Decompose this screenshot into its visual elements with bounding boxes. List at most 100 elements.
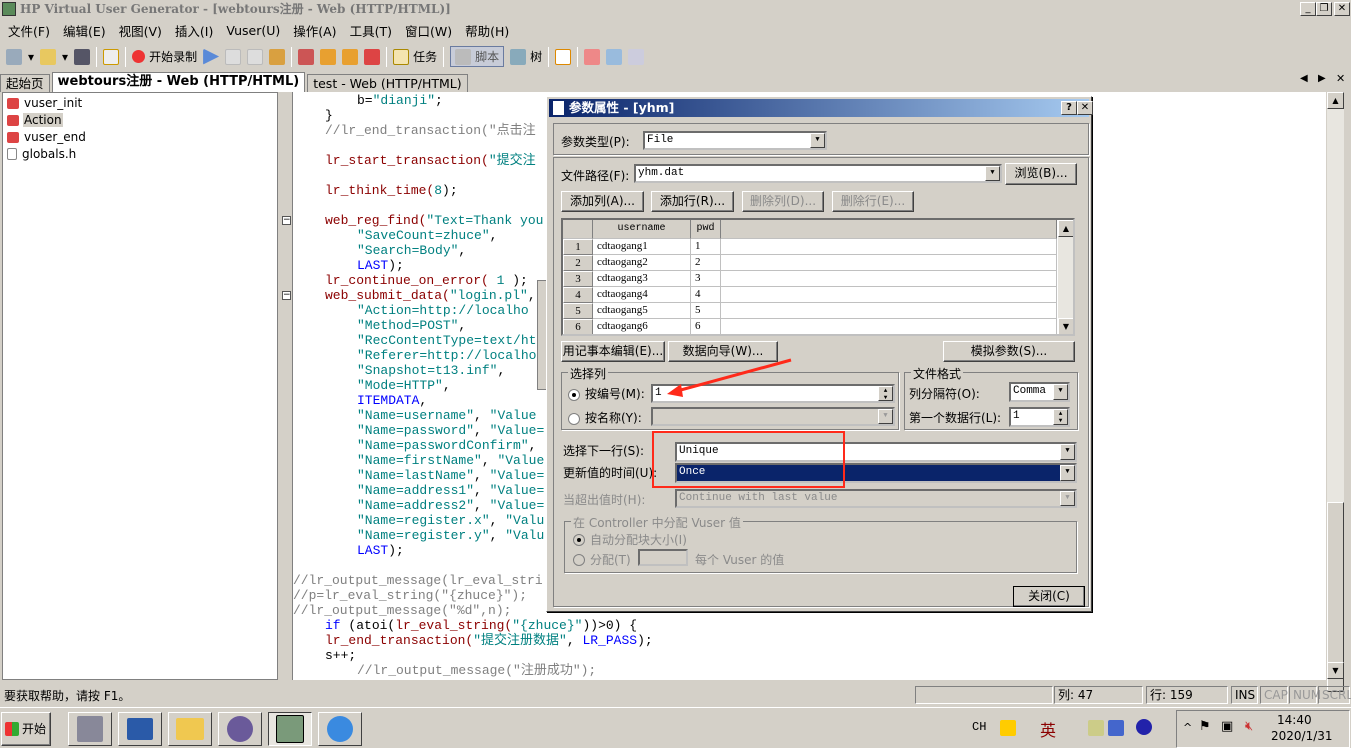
save-icon[interactable] bbox=[74, 48, 91, 65]
simulate-parameter-button[interactable]: 模拟参数(S)... bbox=[943, 341, 1075, 362]
tab-next-icon[interactable]: ▶ bbox=[1318, 73, 1326, 84]
menu-vuser[interactable]: Vuser(U) bbox=[226, 23, 280, 38]
add-row-button[interactable]: 添加行(R)... bbox=[651, 191, 734, 212]
by-number-radio[interactable] bbox=[568, 387, 580, 401]
code-line[interactable]: "Name=address2", "Value= bbox=[357, 498, 544, 513]
allocate-radio[interactable] bbox=[573, 552, 585, 566]
tree-item-action[interactable]: Action bbox=[7, 112, 63, 128]
code-line[interactable]: LAST); bbox=[357, 258, 404, 273]
code-line[interactable]: "Name=password", "Value= bbox=[357, 423, 544, 438]
tab-close-icon[interactable]: ✕ bbox=[1336, 72, 1345, 85]
ime-icon[interactable] bbox=[1000, 720, 1016, 736]
add-column-button[interactable]: 添加列(A)... bbox=[561, 191, 644, 212]
grid-cell-pwd[interactable]: 1 bbox=[691, 239, 721, 255]
menu-view[interactable]: 视图(V) bbox=[119, 21, 162, 40]
keyboard-icon[interactable] bbox=[1108, 720, 1124, 736]
run-icon[interactable] bbox=[203, 48, 220, 65]
code-line[interactable]: //lr_end_transaction("点击注 bbox=[325, 123, 536, 138]
code-line[interactable]: LAST); bbox=[357, 543, 404, 558]
by-name-radio[interactable] bbox=[568, 411, 580, 425]
taskbar-app[interactable] bbox=[218, 712, 262, 746]
grid-cell-username[interactable]: cdtaogang5 bbox=[593, 303, 691, 319]
dialog-close-button[interactable]: ✕ bbox=[1077, 101, 1093, 115]
show-hidden-icons[interactable]: ^ bbox=[1183, 721, 1192, 734]
code-line[interactable]: "Name=register.x", "Valu bbox=[357, 513, 544, 528]
copy-icon[interactable] bbox=[628, 48, 645, 65]
code-line[interactable]: "Referer=http://localho bbox=[357, 348, 536, 363]
code-line[interactable]: lr_end_transaction("提交注册数据", LR_PASS); bbox=[325, 633, 653, 648]
clock-date[interactable]: 2020/1/31 bbox=[1271, 729, 1333, 743]
tab-webtours[interactable]: webtours注册 - Web (HTTP/HTML) bbox=[51, 72, 306, 92]
refresh-icon[interactable] bbox=[584, 48, 601, 65]
editor-scrollbar[interactable]: ▲ ▼ bbox=[1327, 92, 1344, 692]
delimiter-select[interactable]: Comma ▼ bbox=[1009, 382, 1070, 402]
network-ie-icon[interactable] bbox=[1136, 719, 1152, 735]
open-icon[interactable] bbox=[40, 48, 57, 65]
code-line[interactable]: lr_start_transaction("提交注 bbox=[325, 153, 536, 168]
grid-cell-username[interactable]: cdtaogang2 bbox=[593, 255, 691, 271]
restore-button[interactable]: ❐ bbox=[1316, 2, 1332, 16]
code-line[interactable]: b="dianji"; bbox=[357, 93, 443, 108]
code-line[interactable]: "SaveCount=zhuce", bbox=[357, 228, 497, 243]
code-line[interactable]: //lr_output_message(lr_eval_stri bbox=[293, 573, 543, 588]
grid-row-number[interactable]: 5 bbox=[563, 303, 593, 319]
code-line[interactable]: "Name=passwordConfirm", bbox=[357, 438, 536, 453]
language-indicator[interactable]: CH bbox=[972, 720, 986, 734]
delete-column-button[interactable]: 删除列(D)... bbox=[742, 191, 824, 212]
minimize-button[interactable]: _ bbox=[1300, 2, 1316, 16]
grid-cell-pwd[interactable]: 4 bbox=[691, 287, 721, 303]
find-icon[interactable] bbox=[103, 48, 120, 65]
code-line[interactable]: "Name=username", "Value bbox=[357, 408, 536, 423]
code-line[interactable]: web_reg_find("Text=Thank you bbox=[325, 213, 543, 228]
tree-item-globals[interactable]: globals.h bbox=[7, 146, 77, 162]
close-button[interactable]: ✕ bbox=[1334, 2, 1350, 16]
close-dialog-button[interactable]: 关闭(C) bbox=[1013, 586, 1085, 607]
breakpoint-icon[interactable] bbox=[298, 48, 315, 65]
start-button[interactable]: 开始 bbox=[1, 712, 51, 746]
start-recording-button[interactable]: 开始录制 bbox=[132, 48, 197, 65]
taskbar-explorer[interactable] bbox=[168, 712, 212, 746]
taskbar-server-manager[interactable] bbox=[68, 712, 112, 746]
code-line[interactable]: //lr_output_message("%d",n); bbox=[293, 603, 511, 618]
code-line[interactable]: "Name=register.y", "Valu bbox=[357, 528, 544, 543]
tasks-button[interactable]: 任务 bbox=[393, 48, 437, 65]
code-line[interactable]: "RecContentType=text/ht bbox=[357, 333, 536, 348]
grid-cell-pwd[interactable]: 6 bbox=[691, 319, 721, 334]
grid-cell-username[interactable]: cdtaogang3 bbox=[593, 271, 691, 287]
network-icon[interactable]: ▣ bbox=[1221, 719, 1233, 734]
code-line[interactable]: s++; bbox=[325, 648, 356, 663]
code-line[interactable]: lr_continue_on_error( 1 ); bbox=[325, 273, 528, 288]
tree-item-vuser-end[interactable]: vuser_end bbox=[7, 129, 87, 145]
grid-cell-username[interactable]: cdtaogang1 bbox=[593, 239, 691, 255]
fold-toggle-icon[interactable]: − bbox=[282, 216, 291, 225]
scroll-up-button[interactable]: ▲ bbox=[1327, 92, 1344, 109]
menu-edit[interactable]: 编辑(E) bbox=[63, 21, 106, 40]
menu-insert[interactable]: 插入(I) bbox=[175, 21, 213, 40]
pause-icon[interactable] bbox=[247, 48, 264, 65]
code-line[interactable]: } bbox=[325, 108, 333, 123]
menu-file[interactable]: 文件(F) bbox=[8, 21, 50, 40]
grid-header-username[interactable]: username bbox=[593, 220, 691, 239]
menu-window[interactable]: 窗口(W) bbox=[405, 21, 452, 40]
tab-test[interactable]: test - Web (HTTP/HTML) bbox=[307, 74, 468, 92]
menu-tools[interactable]: 工具(T) bbox=[350, 21, 392, 40]
grid-row-number[interactable]: 2 bbox=[563, 255, 593, 271]
grid-cell-username[interactable]: cdtaogang4 bbox=[593, 287, 691, 303]
grid-scrollbar[interactable]: ▲ ▼ bbox=[1058, 220, 1073, 334]
column-name-select[interactable]: ▼ bbox=[651, 407, 895, 426]
tree-view-button[interactable]: 树 bbox=[510, 48, 542, 65]
grid-cell-empty[interactable] bbox=[721, 287, 1057, 303]
step-icon[interactable] bbox=[269, 48, 286, 65]
code-line[interactable]: "Method=POST", bbox=[357, 318, 466, 333]
code-line[interactable]: "Search=Body", bbox=[357, 243, 466, 258]
ime-mode[interactable]: 英 bbox=[1040, 717, 1056, 741]
grid-row-number[interactable]: 3 bbox=[563, 271, 593, 287]
tab-prev-icon[interactable]: ◀ bbox=[1300, 73, 1308, 84]
grid-cell-empty[interactable] bbox=[721, 303, 1057, 319]
grid-cell-empty[interactable] bbox=[721, 239, 1057, 255]
volume-muted-icon[interactable]: 🔇︎ bbox=[1245, 719, 1253, 734]
grid-cell-username[interactable]: cdtaogang6 bbox=[593, 319, 691, 334]
param-type-select[interactable]: File ▼ bbox=[643, 131, 827, 150]
grid-cell-pwd[interactable]: 2 bbox=[691, 255, 721, 271]
clock-time[interactable]: 14:40 bbox=[1277, 713, 1312, 727]
